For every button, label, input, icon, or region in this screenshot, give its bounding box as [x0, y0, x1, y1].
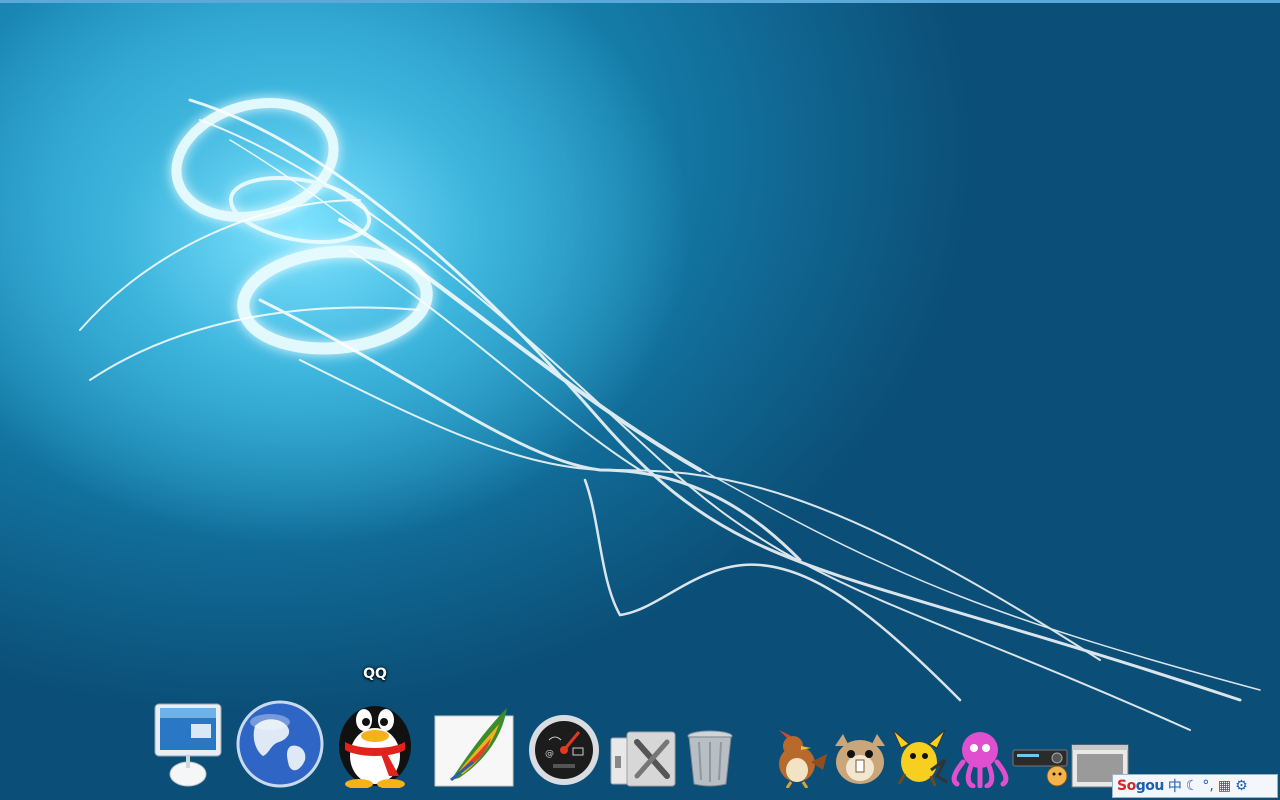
- svg-text:@: @: [545, 749, 554, 759]
- moon-icon[interactable]: ☾: [1186, 778, 1199, 794]
- raticate-icon[interactable]: [829, 726, 891, 792]
- pidgeotto-icon[interactable]: [767, 726, 829, 792]
- keyboard-icon[interactable]: ▦: [1218, 778, 1231, 794]
- ime-toolbar[interactable]: Sogou 中 ☾ °, ▦ ⚙: [1112, 774, 1278, 798]
- finder-imac-icon[interactable]: [151, 696, 225, 792]
- tools-icon[interactable]: ⚙: [1235, 778, 1248, 794]
- top-border: [0, 0, 1280, 3]
- punctuation-toggle[interactable]: °,: [1202, 778, 1213, 794]
- ime-mode-toggle[interactable]: 中: [1168, 776, 1182, 796]
- dock-tooltip: QQ: [363, 666, 387, 682]
- pink-octopus-icon[interactable]: [949, 728, 1011, 792]
- feather-writer-icon[interactable]: [433, 702, 517, 792]
- dashboard-gauge-icon[interactable]: @: [527, 710, 601, 792]
- raichu-icon[interactable]: [891, 726, 949, 792]
- system-tools-icon[interactable]: [609, 730, 677, 792]
- sogou-logo: Sogou: [1117, 778, 1164, 794]
- dock: @: [145, 696, 1135, 800]
- internet-globe-icon[interactable]: [235, 696, 325, 792]
- media-player-icon[interactable]: [1011, 742, 1069, 792]
- trash-icon[interactable]: [685, 728, 735, 792]
- desktop-wallpaper: [79, 97, 1261, 731]
- qq-penguin-icon[interactable]: [329, 692, 421, 792]
